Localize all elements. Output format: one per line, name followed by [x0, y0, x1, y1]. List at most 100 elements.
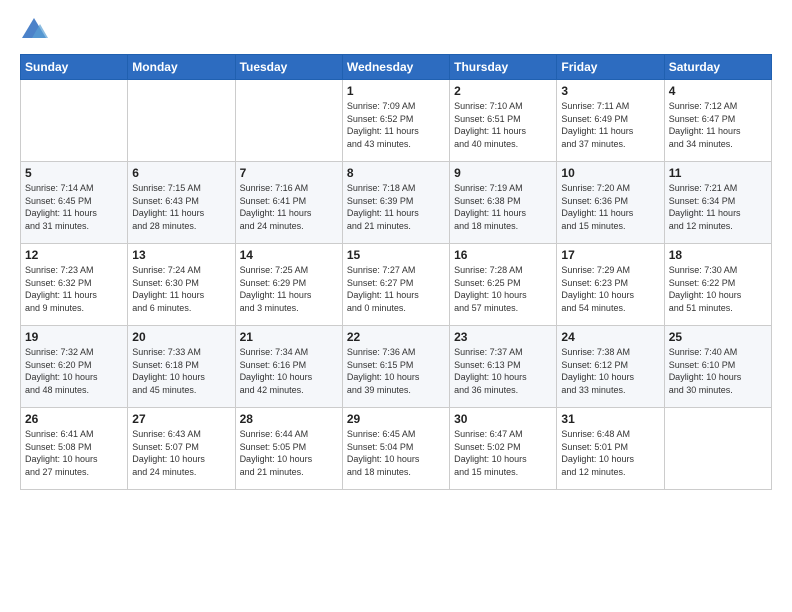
day-number: 26	[25, 412, 123, 426]
calendar-cell: 4 Sunrise: 7:12 AM Sunset: 6:47 PM Daylig…	[664, 80, 771, 162]
day-number: 25	[669, 330, 767, 344]
weekday-header-thursday: Thursday	[450, 55, 557, 80]
day-info: Sunrise: 7:30 AM Sunset: 6:22 PM Dayligh…	[669, 264, 767, 314]
day-number: 18	[669, 248, 767, 262]
calendar-cell: 11Sunrise: 7:21 AM Sunset: 6:34 PM Dayli…	[664, 162, 771, 244]
calendar-cell: 14 Sunrise: 7:25 AM Sunset: 6:29 PM Dayli…	[235, 244, 342, 326]
day-number: 11	[669, 166, 767, 180]
calendar-cell: 25 Sunrise: 7:40 AM Sunset: 6:10 PM Dayli…	[664, 326, 771, 408]
day-info: Sunrise: 7:16 AM Sunset: 6:41 PM Dayligh…	[240, 182, 338, 232]
day-info: Sunrise: 7:18 AM Sunset: 6:39 PM Dayligh…	[347, 182, 445, 232]
day-number: 24	[561, 330, 659, 344]
weekday-header-friday: Friday	[557, 55, 664, 80]
day-info: Sunrise: 6:45 AM Sunset: 5:04 PM Dayligh…	[347, 428, 445, 478]
day-number: 9	[454, 166, 552, 180]
day-number: 21	[240, 330, 338, 344]
day-number: 7	[240, 166, 338, 180]
weekday-header-sunday: Sunday	[21, 55, 128, 80]
day-number: 1	[347, 84, 445, 98]
day-info: Sunrise: 6:43 AM Sunset: 5:07 PM Dayligh…	[132, 428, 230, 478]
calendar-cell: 8 Sunrise: 7:18 AM Sunset: 6:39 PM Daylig…	[342, 162, 449, 244]
calendar-cell: 20 Sunrise: 7:33 AM Sunset: 6:18 PM Dayli…	[128, 326, 235, 408]
day-info: Sunrise: 7:15 AM Sunset: 6:43 PM Dayligh…	[132, 182, 230, 232]
day-info: Sunrise: 6:48 AM Sunset: 5:01 PM Dayligh…	[561, 428, 659, 478]
calendar-cell	[664, 408, 771, 490]
day-number: 2	[454, 84, 552, 98]
week-row-2: 5 Sunrise: 7:14 AM Sunset: 6:45 PM Daylig…	[21, 162, 772, 244]
day-number: 31	[561, 412, 659, 426]
day-info: Sunrise: 7:23 AM Sunset: 6:32 PM Dayligh…	[25, 264, 123, 314]
day-number: 27	[132, 412, 230, 426]
week-row-1: 1 Sunrise: 7:09 AM Sunset: 6:52 PM Daylig…	[21, 80, 772, 162]
day-info: Sunrise: 7:12 AM Sunset: 6:47 PM Dayligh…	[669, 100, 767, 150]
day-number: 5	[25, 166, 123, 180]
day-number: 28	[240, 412, 338, 426]
day-info: Sunrise: 7:09 AM Sunset: 6:52 PM Dayligh…	[347, 100, 445, 150]
day-number: 29	[347, 412, 445, 426]
day-info: Sunrise: 7:29 AM Sunset: 6:23 PM Dayligh…	[561, 264, 659, 314]
day-info: Sunrise: 7:32 AM Sunset: 6:20 PM Dayligh…	[25, 346, 123, 396]
day-number: 16	[454, 248, 552, 262]
weekday-header-wednesday: Wednesday	[342, 55, 449, 80]
week-row-5: 26 Sunrise: 6:41 AM Sunset: 5:08 PM Dayli…	[21, 408, 772, 490]
calendar-cell: 6 Sunrise: 7:15 AM Sunset: 6:43 PM Daylig…	[128, 162, 235, 244]
day-info: Sunrise: 7:25 AM Sunset: 6:29 PM Dayligh…	[240, 264, 338, 314]
calendar-cell: 12 Sunrise: 7:23 AM Sunset: 6:32 PM Dayli…	[21, 244, 128, 326]
calendar-cell: 1 Sunrise: 7:09 AM Sunset: 6:52 PM Daylig…	[342, 80, 449, 162]
page: SundayMondayTuesdayWednesdayThursdayFrid…	[0, 0, 792, 612]
calendar-cell: 16 Sunrise: 7:28 AM Sunset: 6:25 PM Dayli…	[450, 244, 557, 326]
day-info: Sunrise: 7:34 AM Sunset: 6:16 PM Dayligh…	[240, 346, 338, 396]
day-number: 8	[347, 166, 445, 180]
day-number: 23	[454, 330, 552, 344]
calendar-cell: 15 Sunrise: 7:27 AM Sunset: 6:27 PM Dayli…	[342, 244, 449, 326]
weekday-header-monday: Monday	[128, 55, 235, 80]
calendar-cell: 30 Sunrise: 6:47 AM Sunset: 5:02 PM Dayli…	[450, 408, 557, 490]
calendar-cell: 26 Sunrise: 6:41 AM Sunset: 5:08 PM Dayli…	[21, 408, 128, 490]
day-number: 4	[669, 84, 767, 98]
calendar-cell: 2 Sunrise: 7:10 AM Sunset: 6:51 PM Daylig…	[450, 80, 557, 162]
day-info: Sunrise: 7:36 AM Sunset: 6:15 PM Dayligh…	[347, 346, 445, 396]
calendar-cell: 17 Sunrise: 7:29 AM Sunset: 6:23 PM Dayli…	[557, 244, 664, 326]
day-info: Sunrise: 7:28 AM Sunset: 6:25 PM Dayligh…	[454, 264, 552, 314]
calendar-cell: 29 Sunrise: 6:45 AM Sunset: 5:04 PM Dayli…	[342, 408, 449, 490]
day-number: 15	[347, 248, 445, 262]
calendar-cell	[21, 80, 128, 162]
week-row-4: 19 Sunrise: 7:32 AM Sunset: 6:20 PM Dayli…	[21, 326, 772, 408]
day-number: 12	[25, 248, 123, 262]
day-number: 6	[132, 166, 230, 180]
calendar-cell: 7 Sunrise: 7:16 AM Sunset: 6:41 PM Daylig…	[235, 162, 342, 244]
calendar-cell: 13Sunrise: 7:24 AM Sunset: 6:30 PM Dayli…	[128, 244, 235, 326]
day-info: Sunrise: 7:10 AM Sunset: 6:51 PM Dayligh…	[454, 100, 552, 150]
day-info: Sunrise: 6:44 AM Sunset: 5:05 PM Dayligh…	[240, 428, 338, 478]
day-number: 22	[347, 330, 445, 344]
calendar-cell	[235, 80, 342, 162]
day-info: Sunrise: 7:20 AM Sunset: 6:36 PM Dayligh…	[561, 182, 659, 232]
day-info: Sunrise: 7:14 AM Sunset: 6:45 PM Dayligh…	[25, 182, 123, 232]
day-info: Sunrise: 7:40 AM Sunset: 6:10 PM Dayligh…	[669, 346, 767, 396]
logo	[20, 16, 52, 44]
day-number: 13	[132, 248, 230, 262]
calendar-cell: 19 Sunrise: 7:32 AM Sunset: 6:20 PM Dayli…	[21, 326, 128, 408]
day-number: 17	[561, 248, 659, 262]
day-info: Sunrise: 7:11 AM Sunset: 6:49 PM Dayligh…	[561, 100, 659, 150]
calendar-cell: 23 Sunrise: 7:37 AM Sunset: 6:13 PM Dayli…	[450, 326, 557, 408]
day-number: 30	[454, 412, 552, 426]
calendar-cell: 27 Sunrise: 6:43 AM Sunset: 5:07 PM Dayli…	[128, 408, 235, 490]
day-info: Sunrise: 7:27 AM Sunset: 6:27 PM Dayligh…	[347, 264, 445, 314]
day-info: Sunrise: 7:38 AM Sunset: 6:12 PM Dayligh…	[561, 346, 659, 396]
calendar: SundayMondayTuesdayWednesdayThursdayFrid…	[20, 54, 772, 490]
day-info: Sunrise: 7:37 AM Sunset: 6:13 PM Dayligh…	[454, 346, 552, 396]
day-number: 19	[25, 330, 123, 344]
day-info: Sunrise: 6:41 AM Sunset: 5:08 PM Dayligh…	[25, 428, 123, 478]
day-info: Sunrise: 7:33 AM Sunset: 6:18 PM Dayligh…	[132, 346, 230, 396]
day-number: 14	[240, 248, 338, 262]
weekday-header-row: SundayMondayTuesdayWednesdayThursdayFrid…	[21, 55, 772, 80]
day-info: Sunrise: 7:19 AM Sunset: 6:38 PM Dayligh…	[454, 182, 552, 232]
calendar-cell: 24 Sunrise: 7:38 AM Sunset: 6:12 PM Dayli…	[557, 326, 664, 408]
week-row-3: 12 Sunrise: 7:23 AM Sunset: 6:32 PM Dayli…	[21, 244, 772, 326]
day-info: Sunrise: 6:47 AM Sunset: 5:02 PM Dayligh…	[454, 428, 552, 478]
day-number: 20	[132, 330, 230, 344]
header	[20, 16, 772, 44]
calendar-cell: 22 Sunrise: 7:36 AM Sunset: 6:15 PM Dayli…	[342, 326, 449, 408]
weekday-header-saturday: Saturday	[664, 55, 771, 80]
